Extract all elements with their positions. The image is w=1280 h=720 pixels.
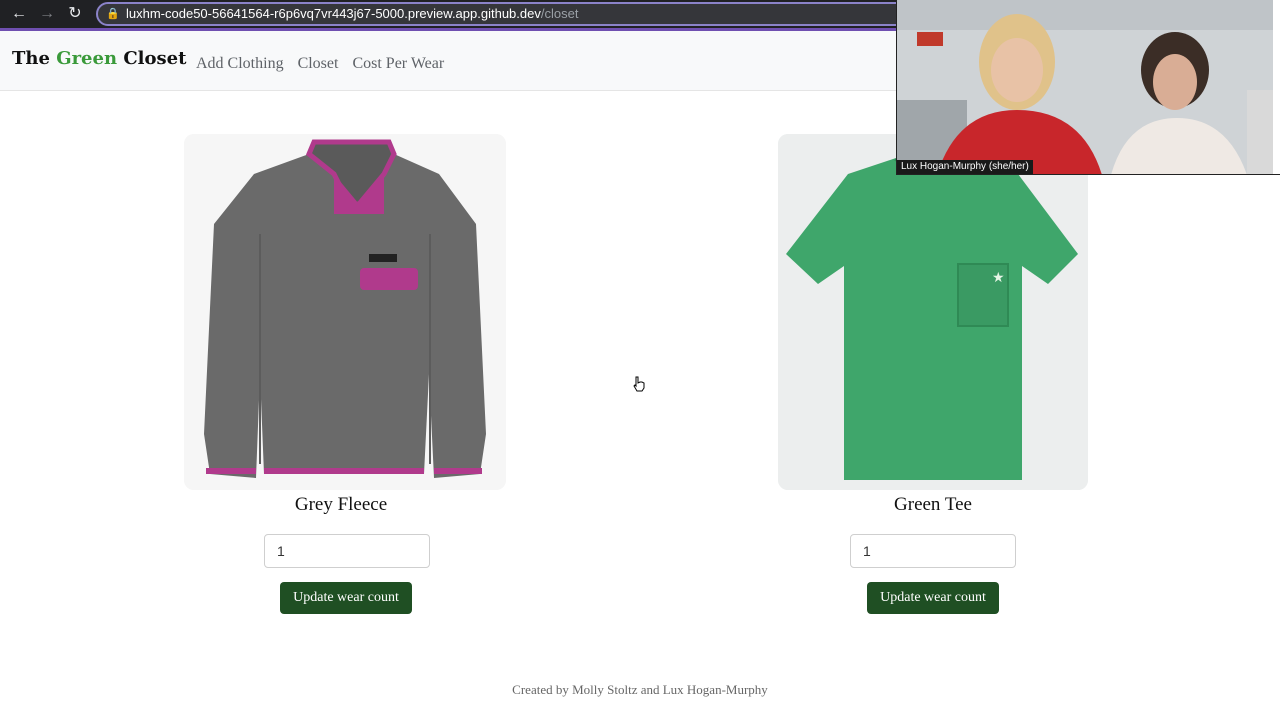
participant-caption: Lux Hogan-Murphy (she/her) [897,160,1033,174]
update-wear-count-button[interactable]: Update wear count [280,582,412,614]
green-tshirt-image: ★ [778,134,1088,490]
reload-icon[interactable]: ↻ [64,3,86,25]
video-call-overlay: Lux Hogan-Murphy (she/her) [896,0,1280,175]
page-footer: Created by Molly Stoltz and Lux Hogan-Mu… [512,682,768,697]
url-text: luxhm-code50-56641564-r6p6vq7vr443j67-50… [126,6,578,22]
svg-text:★: ★ [992,270,1005,286]
brand-logo[interactable]: The Green Closet [12,48,186,69]
wear-count-input[interactable] [850,534,1016,568]
update-wear-count-button[interactable]: Update wear count [867,582,999,614]
hand-cursor-icon [633,376,645,392]
nav-links: Add Clothing Closet Cost Per Wear [196,55,444,73]
wear-count-input[interactable] [264,534,430,568]
closet-item-green-tee: ★ Green Tee Update wear count [778,134,1108,634]
back-arrow-icon[interactable]: ← [8,3,30,25]
brand-green-word: Green [56,48,118,69]
item-name: Green Tee [894,494,972,515]
lock-icon: 🔒 [106,8,120,20]
url-path: /closet [540,6,579,21]
address-bar[interactable]: 🔒 luxhm-code50-56641564-r6p6vq7vr443j67-… [96,2,916,26]
participant-video-image [897,0,1273,174]
brand-prefix: The [12,48,57,69]
nav-link-add-clothing[interactable]: Add Clothing [196,55,284,73]
nav-link-cost-per-wear[interactable]: Cost Per Wear [352,55,444,73]
nav-link-closet[interactable]: Closet [298,55,339,73]
forward-arrow-icon[interactable]: → [36,3,58,25]
video-divider [1273,0,1280,174]
grey-fleece-pullover-image [184,134,506,490]
item-name: Grey Fleece [294,494,388,515]
brand-suffix: Closet [117,48,187,69]
closet-item-grey-fleece: Grey Fleece Update wear count [184,134,514,634]
url-host: luxhm-code50-56641564-r6p6vq7vr443j67-50… [126,6,541,21]
